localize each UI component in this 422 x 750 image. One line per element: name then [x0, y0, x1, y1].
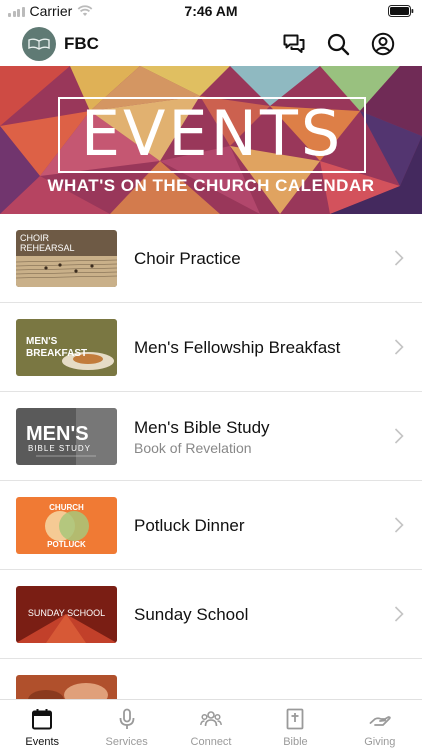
- tab-connect[interactable]: Connect: [169, 700, 253, 750]
- events-banner: EVENTS WHAT'S ON THE CHURCH CALENDAR: [0, 66, 422, 214]
- chat-icon[interactable]: [282, 32, 306, 56]
- svg-text:CHURCH: CHURCH: [49, 503, 84, 512]
- microphone-icon: [119, 708, 135, 729]
- tab-label: Services: [105, 736, 148, 748]
- tab-events[interactable]: Events: [0, 700, 84, 750]
- event-row-potluck-dinner[interactable]: CHURCH POTLUCK Potluck Dinner: [0, 481, 422, 570]
- banner-title: EVENTS: [80, 97, 344, 170]
- clock: 7:46 AM: [184, 3, 238, 19]
- chevron-right-icon: [394, 606, 404, 622]
- event-row-sunday-school[interactable]: SUNDAY SCHOOL Sunday School: [0, 570, 422, 659]
- event-thumbnail: MEN'S BREAKFAST: [16, 319, 117, 376]
- profile-icon[interactable]: [371, 32, 395, 56]
- tab-bar: Events Services Connect Bible Giving: [0, 699, 422, 750]
- event-title: Men's Bible Study: [134, 417, 270, 437]
- tab-label: Bible: [283, 736, 308, 748]
- svg-text:POTLUCK: POTLUCK: [47, 540, 86, 549]
- tab-label: Connect: [190, 736, 232, 748]
- event-title: Sunday School: [134, 604, 249, 624]
- battery-icon: [388, 4, 414, 20]
- tab-services[interactable]: Services: [84, 700, 168, 750]
- svg-text:BIBLE STUDY: BIBLE STUDY: [28, 444, 91, 453]
- svg-text:MEN'S: MEN'S: [26, 423, 89, 445]
- tab-bible[interactable]: Bible: [253, 700, 337, 750]
- event-title: Choir Practice: [134, 248, 241, 268]
- event-title: Men's Fellowship Breakfast: [134, 337, 341, 357]
- event-title: Potluck Dinner: [134, 515, 245, 535]
- status-bar: Carrier 7:46 AM: [0, 0, 422, 22]
- calendar-icon: [32, 709, 53, 730]
- event-thumbnail: CHURCH POTLUCK: [16, 497, 117, 554]
- svg-text:REHEARSAL: REHEARSAL: [20, 243, 75, 253]
- open-book-icon: [28, 38, 50, 50]
- chevron-right-icon: [394, 428, 404, 444]
- bible-icon: [287, 708, 304, 730]
- event-thumbnail: MEN'S BIBLE STUDY: [16, 408, 117, 465]
- event-row-choir-practice[interactable]: CHOIR REHEARSAL Choir Practice: [0, 214, 422, 303]
- event-row-mens-bible-study[interactable]: MEN'S BIBLE STUDY Men's Bible Study Book…: [0, 392, 422, 481]
- people-icon: [200, 711, 222, 727]
- svg-text:CHOIR: CHOIR: [20, 233, 50, 243]
- svg-text:BREAKFAST: BREAKFAST: [26, 348, 87, 359]
- event-list: CHOIR REHEARSAL Choir Practice MEN'S BRE…: [0, 214, 422, 748]
- app-header: FBC: [0, 22, 422, 66]
- app-name: FBC: [64, 34, 99, 53]
- chevron-right-icon: [394, 339, 404, 355]
- svg-text:MEN'S: MEN'S: [26, 336, 58, 347]
- event-thumbnail: CHOIR REHEARSAL: [16, 230, 117, 287]
- church-logo[interactable]: [22, 27, 56, 61]
- event-row-mens-fellowship-breakfast[interactable]: MEN'S BREAKFAST Men's Fellowship Breakfa…: [0, 303, 422, 392]
- chevron-right-icon: [394, 517, 404, 533]
- svg-text:SUNDAY SCHOOL: SUNDAY SCHOOL: [28, 608, 105, 618]
- event-thumbnail: SUNDAY SCHOOL: [16, 586, 117, 643]
- giving-hand-icon: [369, 716, 391, 726]
- tab-label: Giving: [364, 736, 396, 748]
- event-subtitle: Book of Revelation: [134, 439, 252, 456]
- tab-label: Events: [25, 736, 60, 748]
- chevron-right-icon: [394, 250, 404, 266]
- search-icon[interactable]: [326, 32, 350, 56]
- tab-giving[interactable]: Giving: [338, 700, 422, 750]
- banner-subtitle: WHAT'S ON THE CHURCH CALENDAR: [47, 176, 375, 195]
